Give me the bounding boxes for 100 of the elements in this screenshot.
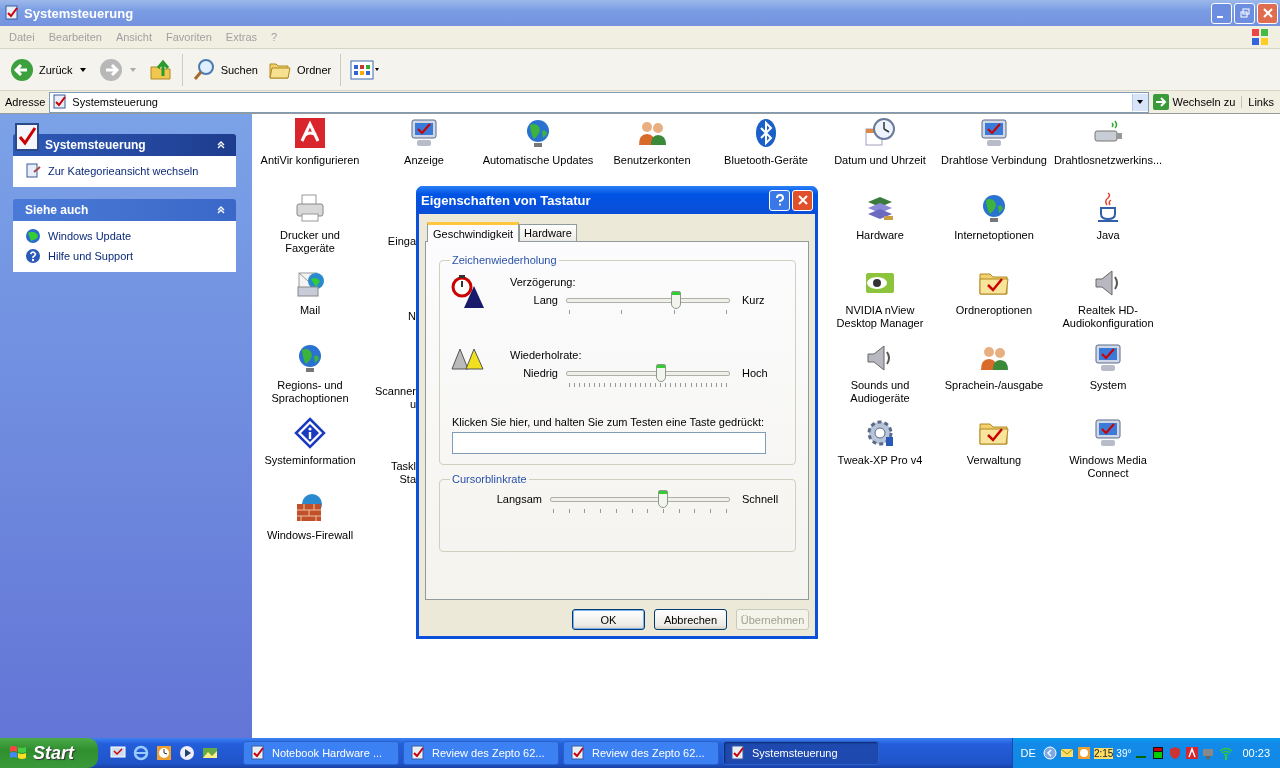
control-panel-item[interactable]: NVIDIA nView Desktop Manager <box>824 304 936 330</box>
search-button[interactable]: Suchen <box>187 55 262 84</box>
address-field[interactable]: Systemsteuerung <box>49 91 1149 113</box>
control-panel-item[interactable]: Internetoptionen <box>954 229 1034 242</box>
control-panel-item[interactable]: Verwaltung <box>966 454 1022 467</box>
clock[interactable]: 00:23 <box>1242 747 1270 759</box>
close-button[interactable] <box>1257 2 1278 24</box>
go-button[interactable]: Wechseln zu <box>1152 94 1236 110</box>
control-panel-item[interactable]: Automatische Updates <box>482 154 594 167</box>
control-panel-item[interactable]: Windows Media Connect <box>1052 454 1164 480</box>
language-indicator[interactable]: DE <box>1020 747 1036 759</box>
slider-max-label: Kurz <box>742 294 766 306</box>
globe-icon <box>25 228 41 244</box>
caret-icon[interactable] <box>78 65 87 74</box>
tab[interactable]: Geschwindigkeit <box>427 222 520 242</box>
control-panel-item[interactable]: Sprachein-/ausgabe <box>944 379 1044 392</box>
test-input-field[interactable] <box>452 432 766 454</box>
monitor-icon[interactable] <box>978 117 1010 149</box>
control-panel-icon <box>52 94 69 110</box>
control-panel-item[interactable]: Tweak-XP Pro v4 <box>837 454 923 467</box>
control-panel-item[interactable]: Datum und Uhrzeit <box>834 154 926 167</box>
control-panel-item[interactable]: Ordneroptionen <box>955 304 1033 317</box>
control-panel-item[interactable]: N <box>408 310 416 323</box>
window-icon <box>250 745 266 761</box>
slider-track[interactable] <box>566 364 730 382</box>
window-icon <box>570 745 586 761</box>
meter-icon[interactable] <box>1151 746 1166 760</box>
maximize-button[interactable] <box>1234 2 1255 24</box>
slider-thumb[interactable] <box>658 490 669 508</box>
control-panel-item[interactable]: Hardware <box>856 229 904 242</box>
links-button[interactable]: Links <box>1241 96 1280 108</box>
control-panel-item[interactable]: Einga <box>387 235 416 248</box>
control-panel-item[interactable]: Benutzerkonten <box>613 154 691 167</box>
temperature-reading[interactable]: 39° <box>1116 747 1132 759</box>
desktop-icon[interactable] <box>110 745 126 761</box>
task-pane-header[interactable]: Systemsteuerung <box>13 134 236 156</box>
control-panel-item[interactable]: Drucker und Faxgeräte <box>254 229 366 255</box>
window-icon <box>730 745 746 761</box>
media-player-icon[interactable] <box>179 745 195 761</box>
control-panel-item[interactable]: AntiVir konfigurieren <box>260 154 360 167</box>
clock-icon[interactable] <box>1076 746 1091 760</box>
control-panel-item[interactable]: Realtek HD-Audiokonfiguration <box>1052 304 1164 330</box>
control-panel-item[interactable]: Java <box>1096 229 1120 242</box>
chevron-icon[interactable] <box>1042 746 1057 760</box>
control-panel-item[interactable]: Bluetooth-Geräte <box>724 154 808 167</box>
folder-up-icon[interactable] <box>148 57 173 82</box>
clock-icon[interactable] <box>156 745 172 761</box>
clock-icon[interactable] <box>864 117 896 149</box>
control-panel-item[interactable]: Windows-Firewall <box>266 529 354 542</box>
help-icon <box>774 194 785 206</box>
collapse-icon[interactable] <box>216 205 226 215</box>
dialog-button[interactable]: Abbrechen <box>654 609 727 630</box>
control-panel-item[interactable]: Systeminformation <box>264 454 356 467</box>
dropdown-button[interactable] <box>1131 93 1148 111</box>
control-panel-item[interactable]: Scanner u <box>367 385 416 411</box>
start-button[interactable]: Start <box>0 738 98 768</box>
task-link[interactable]: Windows Update <box>48 230 132 242</box>
caret-icon <box>1136 98 1145 106</box>
control-panel-item[interactable]: System <box>1089 379 1127 392</box>
monitor-icon[interactable] <box>1092 417 1124 449</box>
control-panel-item[interactable]: Drahtlose Verbindung <box>941 154 1047 167</box>
taskbar-button[interactable]: Review des Zepto 62... <box>403 741 559 765</box>
close-button[interactable] <box>792 189 813 211</box>
control-panel-icon <box>25 163 41 179</box>
control-panel-item[interactable]: Mail <box>299 304 321 317</box>
taskbar-button[interactable]: Review des Zepto 62... <box>563 741 719 765</box>
control-panel-item[interactable]: Sounds und Audiogeräte <box>824 379 936 405</box>
picture-icon[interactable] <box>202 745 218 761</box>
control-panel-item[interactable]: Anzeige <box>404 154 444 167</box>
back-button[interactable]: Zurück <box>6 55 77 84</box>
group-title: Zeichenwiederholung <box>451 254 558 266</box>
monitor-icon[interactable] <box>1092 342 1124 374</box>
close-icon <box>797 195 808 205</box>
control-panel-item[interactable]: Taskl Sta <box>390 460 416 486</box>
info-icon[interactable] <box>294 417 326 449</box>
folders-button[interactable]: Ordner <box>263 55 336 84</box>
task-link[interactable]: Hilfe und Support <box>48 250 133 262</box>
taskbar-button[interactable]: Systemsteuerung <box>723 741 879 765</box>
slider-track[interactable] <box>550 490 730 508</box>
tray-time[interactable]: 2:15 <box>1093 747 1114 759</box>
control-panel-item[interactable]: Drahtlosnetzwerkins... <box>1053 154 1163 167</box>
restore-icon <box>1239 8 1250 18</box>
task-pane-header[interactable]: Siehe auch <box>13 199 236 221</box>
tab[interactable]: Hardware <box>519 224 577 241</box>
monitor-icon[interactable] <box>408 117 440 149</box>
collapse-icon[interactable] <box>216 140 226 150</box>
minimize-button[interactable] <box>1211 2 1232 24</box>
slider-thumb[interactable] <box>656 364 667 382</box>
help-button[interactable] <box>769 189 790 211</box>
views-icon <box>350 59 381 80</box>
taskbar-button[interactable]: Notebook Hardware ... <box>243 741 399 765</box>
stopwatch-icon <box>450 274 486 310</box>
envelope-icon[interactable] <box>1059 746 1074 760</box>
slider-thumb[interactable] <box>670 291 681 309</box>
dialog-button[interactable]: OK <box>572 609 645 630</box>
minimize-icon <box>1216 16 1223 18</box>
search-icon <box>191 57 216 82</box>
control-panel-item[interactable]: Regions- und Sprachoptionen <box>254 379 366 405</box>
slider-track[interactable] <box>566 291 730 309</box>
browser-icon[interactable] <box>133 745 149 761</box>
